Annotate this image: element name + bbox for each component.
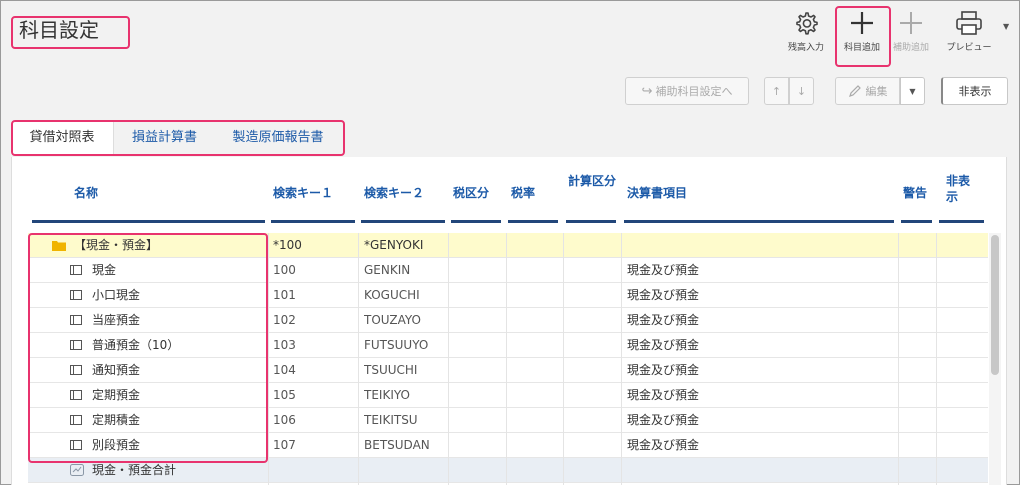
column-header-tax-rate: 税率 (511, 186, 536, 200)
row-statement: 現金及び預金 (627, 313, 700, 327)
name-column-highlight (28, 233, 268, 463)
column-header-calc-class: 計算区分 (568, 174, 617, 188)
row-key1: 105 (273, 388, 296, 402)
row-statement: 現金及び預金 (627, 363, 700, 377)
move-up-button[interactable]: ↑ (764, 77, 789, 105)
header-underline (361, 220, 445, 223)
row-statement: 現金及び預金 (627, 388, 700, 402)
row-statement: 現金及び預金 (627, 288, 700, 302)
column-header-warning: 警告 (903, 186, 928, 200)
column-header-name: 名称 (74, 186, 99, 200)
row-statement: 現金及び預金 (627, 338, 700, 352)
row-key2: *GENYOKI (364, 238, 424, 252)
row-statement: 現金及び預金 (627, 438, 700, 452)
row-key2: BETSUDAN (364, 438, 430, 452)
vertical-scrollbar-thumb[interactable] (991, 235, 999, 375)
row-key2: GENKIN (364, 263, 411, 277)
title-highlight (11, 16, 130, 49)
row-key2: TOUZAYO (364, 313, 421, 327)
preview-dropdown-caret-icon[interactable]: ▼ (1003, 22, 1009, 31)
header-underline (271, 220, 355, 223)
hide-button[interactable]: 非表示 (941, 77, 1008, 105)
row-key2: TEIKITSU (364, 413, 418, 427)
column-separator (898, 233, 899, 485)
header-underline (32, 220, 265, 223)
header-underline (566, 220, 616, 223)
arrow-down-icon: ↓ (796, 84, 807, 98)
row-key1: 107 (273, 438, 296, 452)
row-key2: TSUUCHI (364, 363, 418, 377)
row-key2: FUTSUUYO (364, 338, 429, 352)
column-separator (563, 233, 564, 485)
column-separator (506, 233, 507, 485)
preview-label: プレビュー (946, 43, 992, 53)
chevron-down-icon: ▼ (909, 86, 916, 96)
row-key1: 102 (273, 313, 296, 327)
go-to-sub-account-settings-button[interactable]: ↪ 補助科目設定へ (625, 77, 749, 105)
column-header-statement-item: 決算書項目 (627, 186, 688, 200)
printer-icon (956, 11, 982, 35)
row-key2: KOGUCHI (364, 288, 420, 302)
balance-input-button[interactable]: 残高入力 (778, 8, 834, 60)
edit-button[interactable]: 編集 (835, 77, 900, 105)
column-separator (448, 233, 449, 485)
add-sub-account-button[interactable]: 補助追加 (883, 8, 939, 60)
edit-dropdown-button[interactable]: ▼ (900, 77, 925, 105)
edit-label: 編集 (865, 85, 888, 98)
row-key1: 106 (273, 413, 296, 427)
row-key1: 100 (273, 263, 296, 277)
row-key2: TEIKIYO (364, 388, 410, 402)
tabs-highlight (11, 120, 345, 156)
row-key1: *100 (273, 238, 302, 252)
column-header-tax-class: 税区分 (453, 186, 490, 200)
column-header-key1: 検索キー１ (273, 186, 334, 200)
share-arrow-icon: ↪ (641, 83, 653, 99)
header-underline (901, 220, 932, 223)
plus-icon (900, 12, 922, 34)
column-header-hidden: 非表示 (946, 174, 971, 204)
hide-label: 非表示 (958, 85, 992, 98)
header-underline (939, 220, 984, 223)
move-down-button[interactable]: ↓ (789, 77, 814, 105)
header-underline (624, 220, 894, 223)
pencil-icon (848, 85, 861, 97)
header-underline (451, 220, 501, 223)
row-key1: 104 (273, 363, 296, 377)
add-sub-account-label: 補助追加 (892, 43, 929, 53)
balance-input-label: 残高入力 (787, 43, 824, 53)
column-separator (358, 233, 359, 485)
column-separator (268, 233, 269, 485)
go-to-sub-account-settings-label: 補助科目設定へ (655, 85, 733, 98)
column-header-key2: 検索キー２ (364, 186, 425, 200)
row-statement: 現金及び預金 (627, 413, 700, 427)
row-key1: 103 (273, 338, 296, 352)
row-statement: 現金及び預金 (627, 263, 700, 277)
gear-icon (796, 12, 818, 35)
column-separator (936, 233, 937, 485)
row-key1: 101 (273, 288, 296, 302)
preview-button[interactable]: プレビュー (941, 8, 997, 60)
arrow-up-icon: ↑ (771, 84, 782, 98)
header-underline (508, 220, 558, 223)
column-separator (621, 233, 622, 485)
